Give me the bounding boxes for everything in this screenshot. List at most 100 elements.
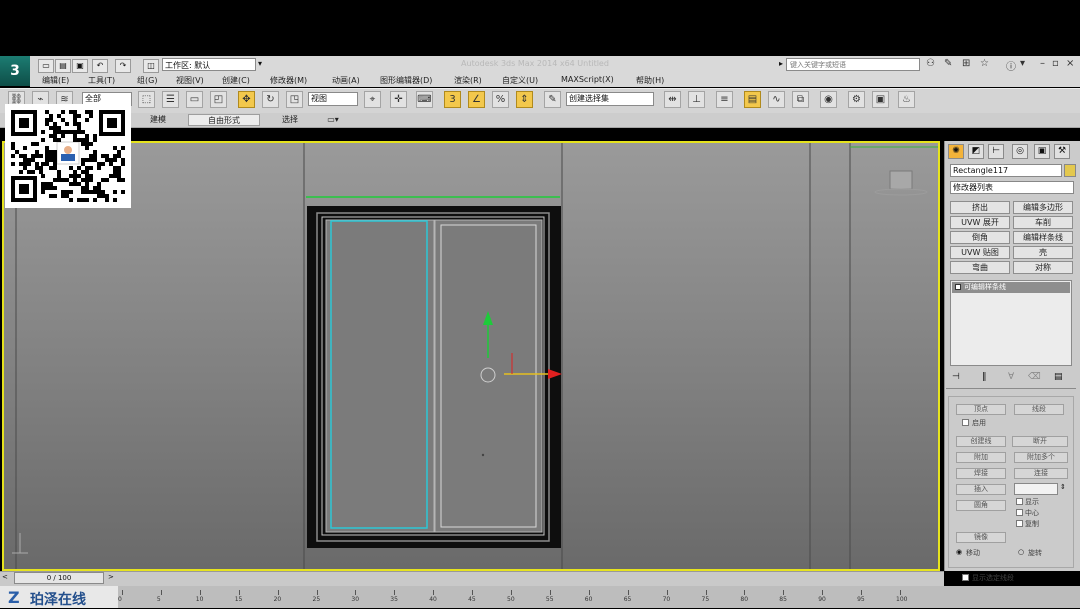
new-file-icon[interactable]: ▭	[38, 59, 54, 73]
snaps-toggle-icon[interactable]: 3	[444, 91, 461, 108]
select-by-name-icon[interactable]: ☰	[162, 91, 179, 108]
edit-spline-button[interactable]: 编辑样条线	[1013, 231, 1073, 244]
connect-button[interactable]: 连接	[1014, 468, 1068, 479]
favorites-star-icon[interactable]: ☆	[980, 58, 989, 69]
select-object-icon[interactable]: ⬚	[138, 91, 155, 108]
symmetry-button[interactable]: 对称	[1013, 261, 1073, 274]
prev-frame-icon[interactable]: <	[2, 573, 8, 581]
time-slider-thumb[interactable]: 0 / 100	[14, 572, 104, 584]
graphite-ribbon-icon[interactable]: ▤	[744, 91, 761, 108]
help-search-input[interactable]: 键入关键字或短语	[786, 58, 920, 71]
configure-sets-icon[interactable]: ▤	[1054, 372, 1063, 382]
rendered-frame-window-icon[interactable]: ▣	[872, 91, 889, 108]
workspace-dropdown[interactable]: 工作区: 默认	[162, 58, 256, 71]
schematic-view-icon[interactable]: ⧉	[792, 91, 809, 108]
center-checkbox[interactable]	[1016, 509, 1023, 516]
attach-multiple-button[interactable]: 附加多个	[1014, 452, 1068, 463]
spinner-arrows-icon[interactable]: ⇕	[1060, 483, 1066, 491]
menu-modifiers[interactable]: 修改器(M)	[270, 75, 307, 86]
tab-freeform[interactable]: 自由形式	[188, 114, 260, 126]
spinner-value-field[interactable]	[1014, 483, 1058, 495]
time-slider-bar[interactable]	[0, 571, 944, 586]
menu-create[interactable]: 创建(C)	[222, 75, 250, 86]
exchange-icon[interactable]: ⊞	[962, 58, 970, 69]
remove-modifier-icon[interactable]: ⌫	[1028, 372, 1041, 382]
angle-snap-icon[interactable]: ∠	[468, 91, 485, 108]
pin-stack-icon[interactable]: ⊣	[952, 372, 960, 382]
menu-help[interactable]: 帮助(H)	[636, 75, 664, 86]
make-unique-icon[interactable]: ∀	[1008, 372, 1014, 382]
menu-maxscript[interactable]: MAXScript(X)	[561, 75, 614, 84]
edit-named-selection-icon[interactable]: ✎	[544, 91, 561, 108]
edit-poly-button[interactable]: 编辑多边形	[1013, 201, 1073, 214]
extrude-button[interactable]: 挤出	[950, 201, 1010, 214]
window-crossing-icon[interactable]: ◰	[210, 91, 227, 108]
project-folder-icon[interactable]: ◫	[143, 59, 159, 73]
show-selected-segs-checkbox[interactable]	[962, 574, 969, 581]
attach-button[interactable]: 附加	[956, 452, 1006, 463]
utilities-tab-icon[interactable]: ⚒	[1054, 144, 1070, 159]
undo-icon[interactable]: ↶	[92, 59, 108, 73]
weld-button[interactable]: 焊接	[956, 468, 1006, 479]
align-icon[interactable]: ⊥	[688, 91, 705, 108]
expand-plus-icon[interactable]	[955, 284, 961, 290]
chevron-down-icon[interactable]: ▾	[258, 59, 262, 68]
help-icon[interactable]: ⓘ	[1006, 58, 1016, 73]
modifier-list-dropdown[interactable]: 修改器列表	[950, 181, 1074, 194]
curve-editor-icon[interactable]: ∿	[768, 91, 785, 108]
segment-button[interactable]: 线段	[1014, 404, 1064, 415]
app-logo-icon[interactable]: 3	[0, 56, 30, 86]
binoculars-icon[interactable]: ⚇	[926, 58, 935, 69]
track-bar[interactable]	[0, 586, 1080, 608]
rotate-radio-icon[interactable]: ○	[1018, 548, 1024, 556]
modify-tab-icon[interactable]: ◩	[968, 144, 984, 159]
mirror-spline-button[interactable]: 镜像	[956, 532, 1006, 543]
minimize-icon[interactable]: –	[1040, 58, 1045, 69]
menu-tools[interactable]: 工具(T)	[88, 75, 115, 86]
menu-group[interactable]: 组(G)	[137, 75, 157, 86]
named-selection-set-dropdown[interactable]: 创建选择集	[566, 92, 654, 106]
chevron-right-icon[interactable]: ▸	[779, 59, 783, 68]
select-and-move-icon[interactable]: ✥	[238, 91, 255, 108]
hierarchy-tab-icon[interactable]: ⊢	[988, 144, 1004, 159]
motion-tab-icon[interactable]: ◎	[1012, 144, 1028, 159]
select-and-rotate-icon[interactable]: ↻	[262, 91, 279, 108]
fillet-button[interactable]: 圆角	[956, 500, 1006, 511]
break-button[interactable]: 断开	[1012, 436, 1068, 447]
menu-rendering[interactable]: 渲染(R)	[454, 75, 482, 86]
bevel-button[interactable]: 倒角	[950, 231, 1010, 244]
select-manipulate-icon[interactable]: ✛	[390, 91, 407, 108]
create-line-button[interactable]: 创建线	[956, 436, 1006, 447]
copy-checkbox[interactable]	[1016, 520, 1023, 527]
restore-icon[interactable]: ▫	[1052, 58, 1059, 69]
create-tab-icon[interactable]: ✺	[948, 144, 964, 159]
object-color-swatch[interactable]	[1064, 164, 1076, 177]
vertex-button[interactable]: 顶点	[956, 404, 1006, 415]
layer-manager-icon[interactable]: ≡	[716, 91, 733, 108]
show-end-result-icon[interactable]: ‖	[982, 372, 987, 382]
insert-button[interactable]: 插入	[956, 484, 1006, 495]
spinner-snap-icon[interactable]: ⇕	[516, 91, 533, 108]
communication-icon[interactable]: ✎	[944, 58, 952, 69]
menu-graph-editors[interactable]: 图形编辑器(D)	[380, 75, 432, 86]
material-editor-icon[interactable]: ◉	[820, 91, 837, 108]
select-and-scale-icon[interactable]: ◳	[286, 91, 303, 108]
reference-coordinate-dropdown[interactable]: 视图	[308, 92, 358, 106]
object-name-field[interactable]: Rectangle117	[950, 164, 1062, 177]
enable-checkbox[interactable]	[962, 419, 969, 426]
render-setup-icon[interactable]: ⚙	[848, 91, 865, 108]
menu-views[interactable]: 视图(V)	[176, 75, 204, 86]
redo-icon[interactable]: ↷	[115, 59, 131, 73]
pivot-center-icon[interactable]: ⌖	[364, 91, 381, 108]
uvw-unwrap-button[interactable]: UVW 展开	[950, 216, 1010, 229]
show-checkbox[interactable]	[1016, 498, 1023, 505]
move-radio-icon[interactable]: ◉	[956, 548, 962, 556]
bend-button[interactable]: 弯曲	[950, 261, 1010, 274]
keyboard-shortcut-icon[interactable]: ⌨	[416, 91, 433, 108]
shell-button[interactable]: 壳	[1013, 246, 1073, 259]
lathe-button[interactable]: 车削	[1013, 216, 1073, 229]
chevron-down-icon[interactable]: ▾	[1020, 58, 1025, 69]
display-tab-icon[interactable]: ▣	[1034, 144, 1050, 159]
save-file-icon[interactable]: ▣	[72, 59, 88, 73]
menu-edit[interactable]: 编辑(E)	[42, 75, 69, 86]
